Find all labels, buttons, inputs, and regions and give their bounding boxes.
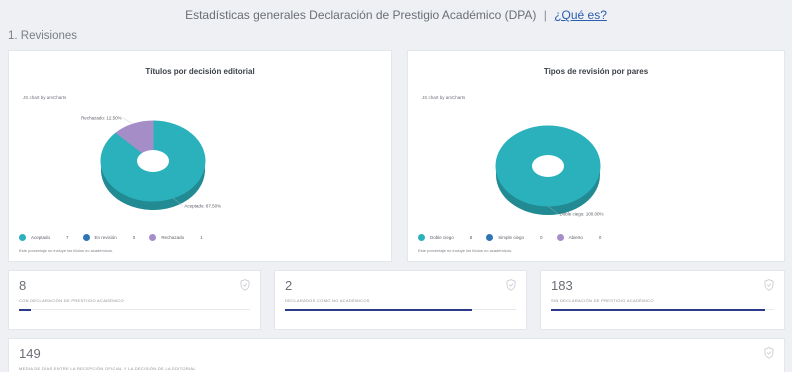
donut-hole <box>532 155 564 177</box>
legend-value: 1 <box>200 235 203 240</box>
legend-value: 0 <box>132 235 136 240</box>
legend-item-simple-ciego[interactable]: Simple ciego 0 <box>486 234 543 241</box>
chart-legend: Aceptado 7 En revisión 0 Rechazado 1 <box>19 234 217 241</box>
progress-track <box>551 308 774 311</box>
stat-value: 149 <box>19 346 41 361</box>
stat-label: SIN DECLARACIÓN DE PRESTIGIO ACADÉMICO <box>551 298 654 303</box>
seal-icon <box>764 347 774 359</box>
legend-item-rechazado[interactable]: Rechazado 1 <box>149 234 203 241</box>
slice-label-aceptado: Aceptado: 87.50% <box>184 203 221 208</box>
legend-value: 8 <box>469 235 473 240</box>
legend-value: 7 <box>66 235 69 240</box>
legend-label: Rechazado <box>161 235 185 240</box>
stat-card-non-academic: 2 DECLARADOS COMO NO ACADÉMICOS <box>274 270 527 330</box>
progress-track <box>285 308 516 311</box>
stat-value: 2 <box>285 278 293 293</box>
legend-marker <box>556 234 564 241</box>
section-title: 1. Revisiones <box>8 30 78 42</box>
legend-label: En revisión <box>94 235 117 240</box>
legend-item-doble-ciego[interactable]: Doble ciego 8 <box>418 234 472 241</box>
legend-label: Doble ciego <box>430 235 454 240</box>
legend-marker <box>19 234 26 241</box>
stat-card-with-dpa: 8 CON DECLARACIÓN DE PRESTIGIO ACADÉMICO <box>8 270 261 330</box>
progress-fill <box>285 308 473 311</box>
stat-label: DECLARADOS COMO NO ACADÉMICOS <box>285 298 370 303</box>
pie-chart-peer-review-types[interactable]: Doble ciego: 100.00% <box>408 51 786 263</box>
legend-marker <box>82 234 90 241</box>
stat-value: 8 <box>19 278 27 293</box>
progress-track <box>19 308 250 311</box>
legend-value: 0 <box>598 235 602 240</box>
stat-label: CON DECLARACIÓN DE PRESTIGIO ACADÉMICO <box>19 298 124 303</box>
what-is-it-link[interactable]: ¿Qué es? <box>554 8 607 22</box>
chart-legend: Doble ciego 8 Simple ciego 0 Abierto 0 <box>418 234 615 241</box>
title-separator: | <box>543 8 547 22</box>
chart-card-peer-review-types: Tipos de revisión por pares JS chart by … <box>407 50 785 262</box>
slice-label-doble-ciego: Doble ciego: 100.00% <box>560 212 604 217</box>
legend-value: 0 <box>540 235 543 240</box>
legend-item-aceptado[interactable]: Aceptado 7 <box>19 234 69 241</box>
page-title: Estadísticas generales Declaración de Pr… <box>185 8 537 22</box>
slice-label-leader <box>122 117 134 125</box>
stat-label: MEDIA DE DÍAS ENTRE LA RECEPCIÓN OFICIAL… <box>19 366 196 371</box>
stat-card-without-dpa: 183 SIN DECLARACIÓN DE PRESTIGIO ACADÉMI… <box>540 270 785 330</box>
stat-value: 183 <box>551 278 573 293</box>
donut-hole <box>137 150 169 172</box>
stat-card-average-days: 149 MEDIA DE DÍAS ENTRE LA RECEPCIÓN OFI… <box>8 338 785 372</box>
seal-icon <box>240 279 250 291</box>
chart-note: Este porcentaje no incluye los títulos n… <box>19 248 114 253</box>
legend-item-en-revision[interactable]: En revisión 0 <box>82 234 136 241</box>
legend-label: Simple ciego <box>498 235 525 240</box>
seal-icon <box>506 279 516 291</box>
page-header: Estadísticas generales Declaración de Pr… <box>0 8 792 22</box>
legend-marker <box>486 234 494 241</box>
seal-icon <box>764 279 774 291</box>
chart-card-editorial-decision: Títulos por decisión editorial JS chart … <box>8 50 392 262</box>
legend-label: Aceptado <box>31 235 51 240</box>
chart-note: Este porcentaje no incluye los títulos n… <box>418 248 513 253</box>
legend-label: Abierto <box>568 235 583 240</box>
progress-fill <box>19 308 31 311</box>
pie-chart-editorial-decision[interactable]: Aceptado: 87.50% Rechazado: 12.50% <box>9 51 393 263</box>
legend-marker <box>418 234 425 241</box>
legend-item-abierto[interactable]: Abierto 0 <box>556 234 602 241</box>
legend-marker <box>149 234 157 241</box>
progress-fill <box>551 308 766 311</box>
slice-label-rechazado: Rechazado: 12.50% <box>81 116 122 121</box>
